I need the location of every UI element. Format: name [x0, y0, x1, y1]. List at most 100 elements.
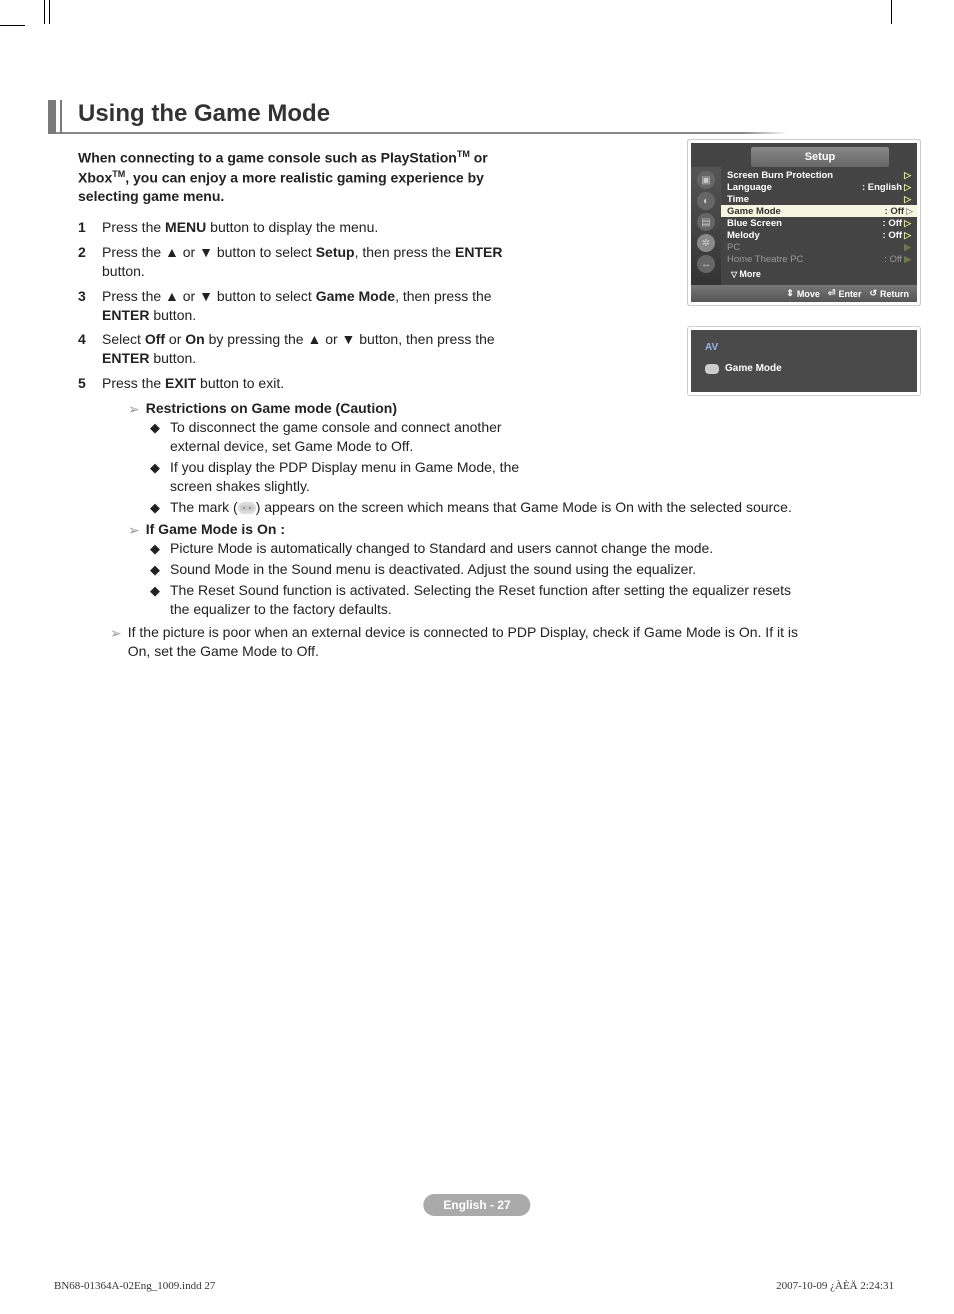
step-number: 2 — [78, 243, 102, 281]
intro-pre: When connecting to a game console such a… — [78, 150, 457, 166]
chevron-right-icon: ▶ — [904, 242, 911, 253]
t: Game Mode — [316, 288, 395, 304]
t: Press the — [102, 219, 165, 235]
arrow-right-icon — [110, 624, 122, 643]
arrow-right-icon — [128, 400, 140, 419]
title-bar-wrap: Using the Game Mode — [48, 100, 898, 134]
chevron-right-icon: ▷ — [904, 218, 911, 229]
gamepad-icon — [238, 502, 256, 514]
val: : English — [862, 182, 902, 193]
list-item: The Reset Sound function is activated. S… — [150, 581, 798, 619]
t: Return — [880, 289, 909, 299]
val: : Off — [885, 206, 905, 217]
picture-tab-icon[interactable]: ▣ — [697, 171, 715, 189]
t: button. — [102, 263, 145, 279]
note-heading-row: Restrictions on Game mode (Caution) — [128, 399, 798, 418]
osd-gamemode-indicator: AV Game Mode — [688, 327, 920, 395]
osd-row-disabled: PC▶ — [727, 241, 915, 253]
t: On — [185, 331, 204, 347]
t: The mark ( — [170, 499, 238, 515]
note-heading-row: If Game Mode is On : — [128, 520, 798, 539]
lbl: Melody — [727, 230, 760, 241]
t: Move — [797, 289, 820, 299]
t: The Reset Sound function is activated. S… — [170, 582, 791, 617]
gamemode-label: Game Mode — [725, 363, 782, 374]
t: More — [739, 269, 761, 279]
sound-tab-icon[interactable]: ◐ — [697, 192, 715, 210]
gamepad-icon — [705, 364, 719, 374]
osd-hint-move: ⇕Move — [786, 288, 820, 299]
trademark-sup: TM — [457, 149, 470, 159]
gamemode-row: Game Mode — [705, 363, 903, 374]
t: or — [165, 331, 185, 347]
step-number: 4 — [78, 330, 102, 368]
osd-row[interactable]: Language: English▷ — [727, 181, 915, 193]
t: Press the ▲ or ▼ button to select — [102, 244, 316, 260]
t: ENTER — [102, 350, 149, 366]
t: ENTER — [455, 244, 502, 260]
lbl: Language — [727, 182, 772, 193]
poor-picture-note: If the picture is poor when an external … — [128, 623, 798, 661]
step-text: Press the ▲ or ▼ button to select Game M… — [102, 287, 532, 325]
chevron-right-icon: ▷ — [904, 170, 911, 181]
updown-icon: ⇕ — [786, 288, 794, 299]
game-mode-on-list: Picture Mode is automatically changed to… — [150, 539, 798, 619]
step-text: Press the ▲ or ▼ button to select Setup,… — [102, 243, 522, 281]
osd-hint-enter: ⏎Enter — [828, 288, 862, 299]
setup-tab-icon[interactable]: ✲ — [697, 234, 715, 252]
t: button. — [149, 307, 196, 323]
t: Picture Mode is automatically changed to… — [170, 540, 713, 556]
note-restrictions: Restrictions on Game mode (Caution) To d… — [128, 399, 798, 661]
step-number: 1 — [78, 218, 102, 237]
list-item: To disconnect the game console and conne… — [150, 418, 550, 456]
lbl: Screen Burn Protection — [727, 170, 833, 181]
title-accent-thin — [60, 100, 62, 134]
t: Sound Mode in the Sound menu is deactiva… — [170, 561, 696, 577]
t: , then press the — [355, 244, 455, 260]
lbl: Time — [727, 194, 749, 205]
trademark-sup: TM — [112, 169, 125, 179]
enter-icon: ⏎ — [828, 288, 836, 299]
lbl: Blue Screen — [727, 218, 782, 229]
chevron-right-icon: ▶ — [904, 254, 911, 265]
input-tab-icon[interactable]: ↔ — [697, 255, 715, 273]
t: EXIT — [165, 375, 196, 391]
osd-window: Setup ▣ ◐ ▤ ✲ ↔ Screen Burn Protection ▷ … — [688, 140, 920, 305]
osd-row[interactable]: Time▷ — [727, 193, 915, 205]
osd-setup-panel: Setup ▣ ◐ ▤ ✲ ↔ Screen Burn Protection ▷ … — [688, 140, 920, 395]
t: If you display the PDP Display menu in G… — [170, 459, 519, 494]
osd-row-selected[interactable]: Game Mode: Off▷ — [721, 205, 917, 217]
title-accent-thick — [48, 100, 56, 134]
t: ) appears on the screen which means that… — [256, 499, 792, 515]
t: by pressing the ▲ or ▼ button, then pres… — [205, 331, 495, 347]
step-text: Press the MENU button to display the men… — [102, 218, 378, 237]
step-text: Press the EXIT button to exit. — [102, 374, 284, 393]
t: Press the ▲ or ▼ button to select — [102, 288, 316, 304]
osd-row[interactable]: Blue Screen : Off▷ — [727, 217, 915, 229]
t: button. — [149, 350, 196, 366]
list-item: If you display the PDP Display menu in G… — [150, 458, 530, 496]
arrow-right-icon — [128, 521, 140, 540]
osd-header-row: Setup — [691, 143, 917, 167]
osd-title: Setup — [751, 147, 889, 167]
t: MENU — [165, 219, 206, 235]
chevron-right-icon: ▷ — [906, 206, 913, 217]
footer-date: 2007-10-09 ¿ÀÈÄ 2:24:31 — [776, 1280, 894, 1292]
osd-row[interactable]: Screen Burn Protection ▷ — [727, 169, 915, 181]
step-number: 5 — [78, 374, 102, 393]
footer-file: BN68-01364A-02Eng_1009.indd 27 — [54, 1280, 215, 1292]
osd-body: ▣ ◐ ▤ ✲ ↔ Screen Burn Protection ▷ Langua… — [691, 167, 917, 285]
osd-row[interactable]: Melody: Off▷ — [727, 229, 915, 241]
osd-tab-icons: ▣ ◐ ▤ ✲ ↔ — [691, 167, 721, 285]
osd-menu-list: Screen Burn Protection ▷ Language : Englis… — [721, 167, 917, 285]
intro-post: , you can enjoy a more realistic gaming … — [78, 169, 484, 204]
restrictions-list: To disconnect the game console and conne… — [150, 418, 798, 516]
page-number-pill: English - 27 — [423, 1194, 530, 1216]
channel-tab-icon[interactable]: ▤ — [697, 213, 715, 231]
osd-more[interactable]: More — [727, 265, 915, 285]
source-label: AV — [705, 342, 903, 353]
print-footer: BN68-01364A-02Eng_1009.indd 27 2007-10-0… — [54, 1280, 894, 1292]
val: : Off — [883, 218, 903, 229]
lbl: Home Theatre PC — [727, 254, 803, 265]
list-item: The mark ( ) appears on the screen which … — [150, 498, 798, 517]
